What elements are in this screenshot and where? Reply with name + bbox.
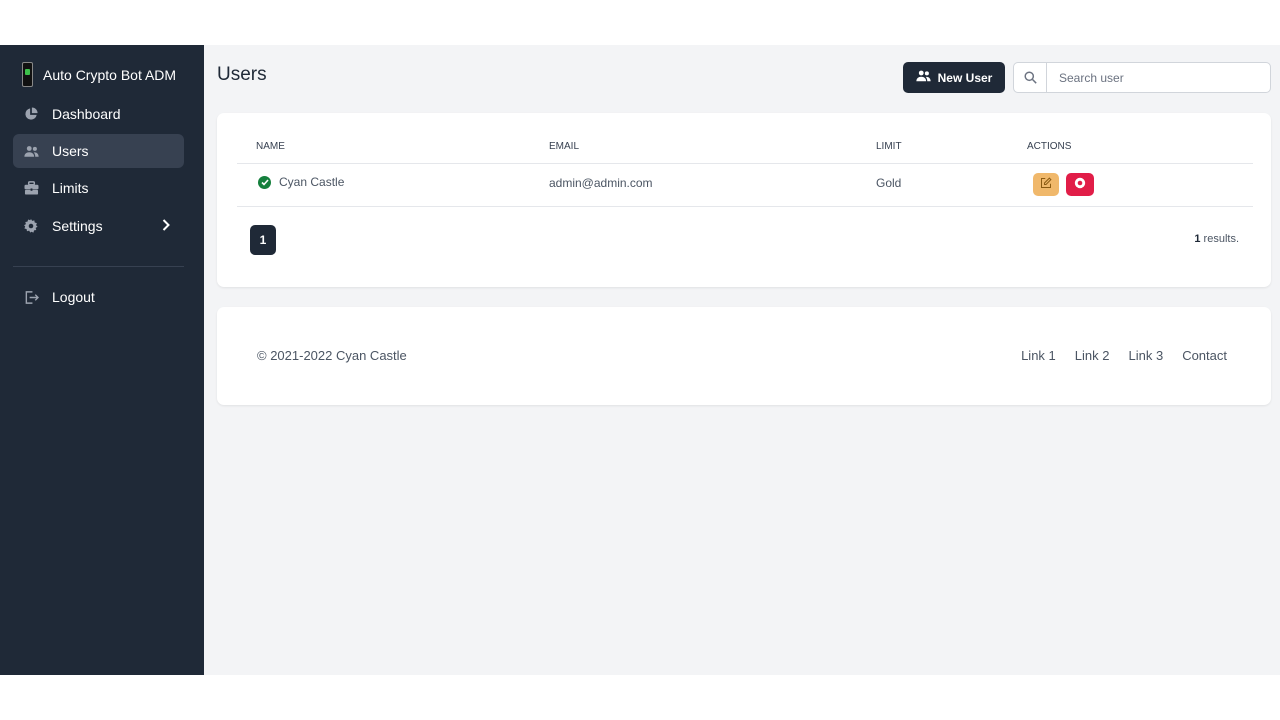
copyright: © 2021-2022 Cyan Castle [257,348,407,363]
sidebar-item-label: Limits [52,180,89,196]
table-divider [237,163,1253,164]
brand[interactable]: Auto Crypto Bot ADM [22,62,176,87]
pagination-page-button[interactable]: 1 [250,225,276,255]
page-title: Users [217,64,267,85]
sidebar-item-dashboard[interactable]: Dashboard [13,97,184,131]
user-email: admin@admin.com [549,176,653,190]
footer-link-1[interactable]: Link 1 [1021,348,1056,363]
search-icon[interactable] [1014,63,1047,92]
sidebar-item-logout[interactable]: Logout [13,280,184,314]
sidebar-item-label: Dashboard [52,106,121,122]
column-header-limit: LIMIT [876,141,902,152]
sidebar-item-label: Users [52,143,89,159]
footer-link-contact[interactable]: Contact [1182,348,1227,363]
edit-icon [1040,176,1052,194]
sidebar-item-settings[interactable]: Settings [13,209,184,243]
logout-icon [23,289,39,305]
search-input[interactable] [1047,63,1270,92]
user-limit: Gold [876,176,902,190]
delete-button[interactable] [1066,173,1094,196]
check-circle-icon [258,175,271,189]
pie-chart-icon [23,106,39,122]
edit-button[interactable] [1033,173,1059,196]
results-count: 1 results. [1194,233,1239,245]
app-shell: Auto Crypto Bot ADM Dashboard Users Limi… [0,45,1280,675]
gear-icon [23,218,39,234]
user-name-cell: Cyan Castle [258,175,344,189]
column-header-actions: ACTIONS [1027,141,1072,152]
users-table-card: NAME EMAIL LIMIT ACTIONS Cyan Castle adm… [217,113,1271,287]
briefcase-icon [23,180,39,196]
column-header-name: NAME [256,141,285,152]
column-header-email: EMAIL [549,141,580,152]
brand-logo-icon [22,62,33,87]
sidebar-divider [13,266,184,267]
search-box [1013,62,1271,93]
sidebar-item-users[interactable]: Users [13,134,184,168]
sidebar-item-label: Settings [52,218,103,234]
footer-links: Link 1 Link 2 Link 3 Contact [1021,348,1227,363]
stop-circle-icon [1074,176,1086,194]
chevron-right-icon [162,218,170,234]
sidebar: Auto Crypto Bot ADM Dashboard Users Limi… [0,45,204,675]
sidebar-item-label: Logout [52,289,95,305]
table-divider [237,206,1253,207]
sidebar-item-limits[interactable]: Limits [13,171,184,205]
new-user-label: New User [937,70,993,85]
footer-card: © 2021-2022 Cyan Castle Link 1 Link 2 Li… [217,307,1271,405]
footer-link-2[interactable]: Link 2 [1075,348,1110,363]
user-name: Cyan Castle [279,175,345,189]
results-label: results. [1200,233,1239,245]
brand-name: Auto Crypto Bot ADM [43,66,177,83]
new-user-button[interactable]: New User [903,62,1005,93]
footer-link-3[interactable]: Link 3 [1128,348,1163,363]
users-icon [23,143,39,159]
users-icon [916,70,931,85]
main-content: Users New User NAME EMAIL LIMIT ACTIONS [204,45,1280,675]
